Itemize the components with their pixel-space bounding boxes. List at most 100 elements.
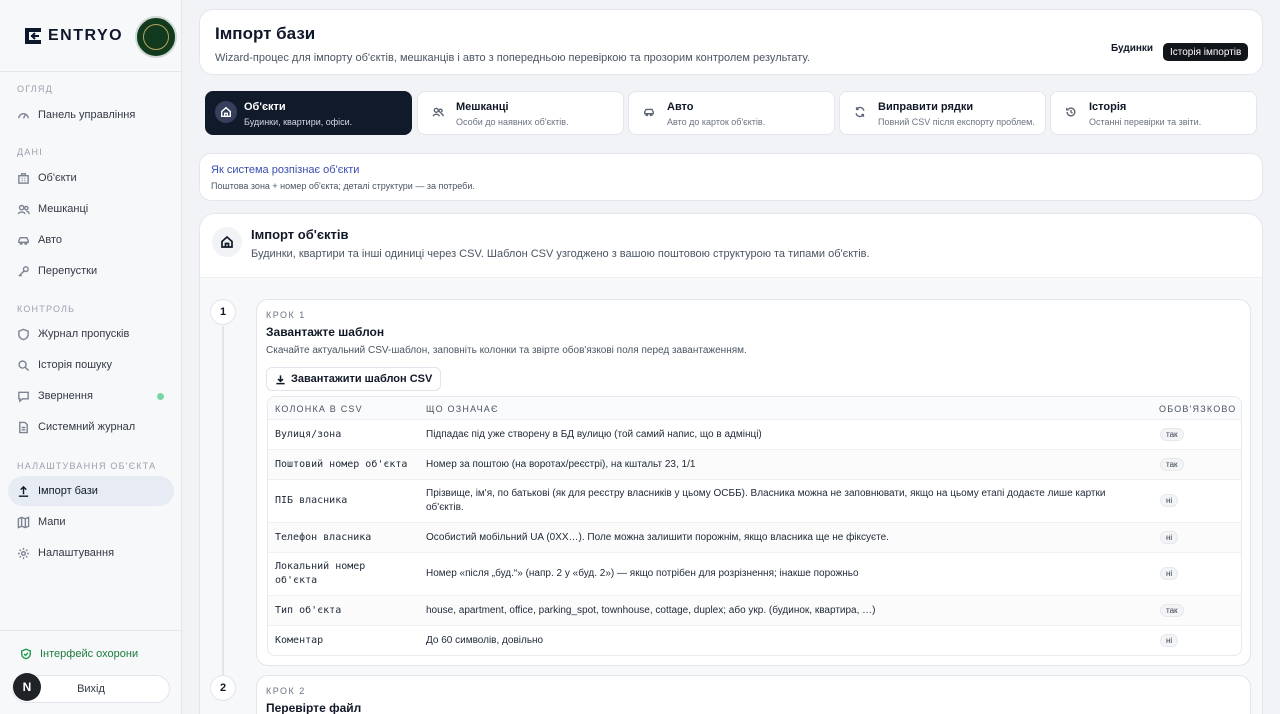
table-row: Локальний номер об'єкта Номер «після „бу… bbox=[268, 552, 1241, 595]
required-badge: так bbox=[1160, 458, 1184, 471]
sidebar-item-system-log[interactable]: Системний журнал bbox=[8, 412, 174, 442]
sidebar-item-passes[interactable]: Перепустки bbox=[8, 256, 174, 286]
document-icon bbox=[19, 421, 28, 433]
sidebar-item-requests[interactable]: Звернення bbox=[8, 381, 174, 411]
sidebar-item-label: Об'єкти bbox=[38, 172, 77, 184]
buildings-button[interactable]: Будинки bbox=[1111, 43, 1153, 54]
table-row: Телефон власника Особистий мобільний UA … bbox=[268, 522, 1241, 552]
sidebar-footer-divider bbox=[0, 630, 182, 631]
section-title-overview: ОГЛЯД bbox=[17, 84, 53, 94]
import-subtitle: Будинки, квартири та інші одиниці через … bbox=[251, 248, 870, 260]
column-header: ОБОВ'ЯЗКОВО bbox=[1159, 404, 1237, 414]
sidebar: ENTRYO ОГЛЯД Панель управління ДАНІ Об'є… bbox=[0, 0, 182, 714]
message-icon bbox=[18, 391, 29, 403]
car-icon bbox=[18, 236, 29, 245]
sidebar-item-objects[interactable]: Об'єкти bbox=[8, 163, 174, 193]
section-title-object-settings: НАЛАШТУВАННЯ ОБ'ЄКТА bbox=[17, 461, 157, 471]
key-icon bbox=[18, 265, 29, 277]
required-badge: ні bbox=[1160, 494, 1179, 507]
sidebar-item-residents[interactable]: Мешканці bbox=[8, 194, 174, 224]
csv-column-description: До 60 символів, довільно bbox=[426, 635, 544, 646]
tab-subtitle: Останні перевірки та звіти. bbox=[1089, 117, 1202, 127]
step-kicker: КРОК 2 bbox=[266, 686, 306, 696]
import-history-button[interactable]: Історія імпортів bbox=[1163, 43, 1249, 61]
recognition-info[interactable]: Як система розпізнає об'єкти Поштова зон… bbox=[199, 153, 1263, 201]
tab-history[interactable]: Історія Останні перевірки та звіти. bbox=[1050, 91, 1257, 135]
column-header: ЩО ОЗНАЧАЄ bbox=[426, 404, 499, 414]
download-template-button[interactable]: Завантажити шаблон CSV bbox=[266, 367, 442, 391]
tab-title: Авто bbox=[667, 101, 694, 113]
csv-column-name: Поштовий номер об'єкта bbox=[275, 459, 408, 470]
csv-column-name: ПІБ власника bbox=[275, 495, 348, 506]
table-row: Коментар До 60 символів, довільно ні bbox=[268, 625, 1241, 655]
organization-seal-icon bbox=[135, 16, 177, 58]
tab-fix-rows[interactable]: Виправити рядки Повний CSV після експорт… bbox=[839, 91, 1046, 135]
steps-timeline bbox=[222, 326, 224, 676]
step-1-card: КРОК 1 Завантажте шаблон Скачайте актуал… bbox=[256, 299, 1251, 666]
search-icon bbox=[18, 359, 30, 371]
sidebar-item-import[interactable]: Імпорт бази bbox=[8, 476, 174, 506]
table-row: Вулиця/зона Підпадає під уже створену в … bbox=[268, 419, 1241, 449]
csv-column-description: Прізвище, ім'я, по батькові (як для реєс… bbox=[426, 488, 1106, 513]
table-header: КОЛОНКА В CSV ЩО ОЗНАЧАЄ ОБОВ'ЯЗКОВО bbox=[268, 397, 1241, 419]
required-badge: ні bbox=[1160, 634, 1179, 647]
users-icon bbox=[432, 107, 444, 117]
tab-cars[interactable]: Авто Авто до карток об'єктів. bbox=[628, 91, 835, 135]
sidebar-item-label: Мапи bbox=[38, 516, 66, 528]
import-title: Імпорт об'єктів bbox=[251, 227, 349, 242]
required-badge: так bbox=[1160, 604, 1184, 617]
map-icon bbox=[17, 515, 30, 529]
page-subtitle: Wizard-процес для імпорту об'єктів, мешк… bbox=[215, 52, 810, 64]
guard-interface-link[interactable]: Інтерфейс охорони bbox=[20, 648, 138, 660]
sidebar-item-maps[interactable]: Мапи bbox=[8, 507, 174, 537]
csv-column-name: Вулиця/зона bbox=[275, 429, 342, 440]
page-title: Імпорт бази bbox=[215, 24, 316, 43]
tab-title: Історія bbox=[1089, 101, 1127, 113]
sidebar-item-label: Авто bbox=[38, 234, 62, 246]
sidebar-item-settings[interactable]: Налаштування bbox=[8, 538, 174, 568]
sidebar-item-label: Імпорт бази bbox=[38, 485, 98, 497]
logo[interactable]: ENTRYO bbox=[22, 25, 123, 47]
step-subtitle: Скачайте актуальний CSV-шаблон, заповніт… bbox=[266, 345, 747, 356]
csv-column-name: Коментар bbox=[275, 635, 324, 646]
required-badge: ні bbox=[1160, 567, 1179, 580]
tab-residents[interactable]: Мешканці Особи до наявних об'єктів. bbox=[417, 91, 624, 135]
info-title[interactable]: Як система розпізнає об'єкти bbox=[211, 164, 359, 176]
sidebar-item-pass-log[interactable]: Журнал пропусків bbox=[8, 319, 174, 349]
table-row: Поштовий номер об'єкта Номер за поштою (… bbox=[268, 449, 1241, 479]
required-badge: так bbox=[1160, 428, 1184, 441]
upload-icon bbox=[18, 485, 29, 497]
csv-column-name: Телефон власника bbox=[275, 532, 372, 543]
brand-name: ENTRYO bbox=[48, 26, 124, 44]
sidebar-item-label: Системний журнал bbox=[38, 421, 136, 433]
sidebar-item-dashboard[interactable]: Панель управління bbox=[8, 100, 174, 130]
csv-column-description: Особистий мобільний UA (0XX…). Поле можн… bbox=[426, 532, 889, 543]
download-icon bbox=[276, 374, 285, 384]
step-title: Перевірте файл bbox=[266, 701, 362, 714]
csv-columns-table: КОЛОНКА В CSV ЩО ОЗНАЧАЄ ОБОВ'ЯЗКОВО Вул… bbox=[267, 396, 1242, 656]
sidebar-item-label: Журнал пропусків bbox=[38, 328, 130, 340]
tab-subtitle: Особи до наявних об'єктів. bbox=[456, 117, 569, 127]
user-avatar[interactable]: N bbox=[13, 673, 41, 701]
csv-column-description: Номер за поштою (на воротах/реєстрі), на… bbox=[426, 459, 696, 470]
tab-objects[interactable]: Об'єкти Будинки, квартири, офіси. bbox=[205, 91, 412, 135]
table-row: Тип об'єкта house, apartment, office, pa… bbox=[268, 595, 1241, 625]
csv-column-name: Локальний номер об'єкта bbox=[275, 561, 366, 586]
notification-dot bbox=[157, 393, 164, 400]
section-title-data: ДАНІ bbox=[17, 147, 43, 157]
step-number: 1 bbox=[210, 299, 236, 325]
step-2-card: КРОК 2 Перевірте файл bbox=[256, 675, 1251, 714]
building-icon bbox=[18, 172, 29, 184]
csv-column-description: house, apartment, office, parking_spot, … bbox=[426, 605, 876, 616]
tab-subtitle: Повний CSV після експорту проблем. bbox=[878, 117, 1035, 127]
sidebar-item-label: Мешканці bbox=[38, 203, 89, 215]
tab-title: Мешканці bbox=[456, 101, 509, 113]
sidebar-item-search-history[interactable]: Історія пошуку bbox=[8, 350, 174, 380]
shield-icon bbox=[18, 328, 29, 340]
tab-title: Виправити рядки bbox=[878, 101, 974, 113]
sidebar-item-cars[interactable]: Авто bbox=[8, 225, 174, 255]
shield-check-icon bbox=[21, 648, 31, 660]
tab-subtitle: Будинки, квартири, офіси. bbox=[244, 117, 353, 127]
gauge-icon bbox=[18, 112, 29, 119]
csv-column-description: Підпадає під уже створену в БД вулицю (т… bbox=[426, 429, 762, 440]
